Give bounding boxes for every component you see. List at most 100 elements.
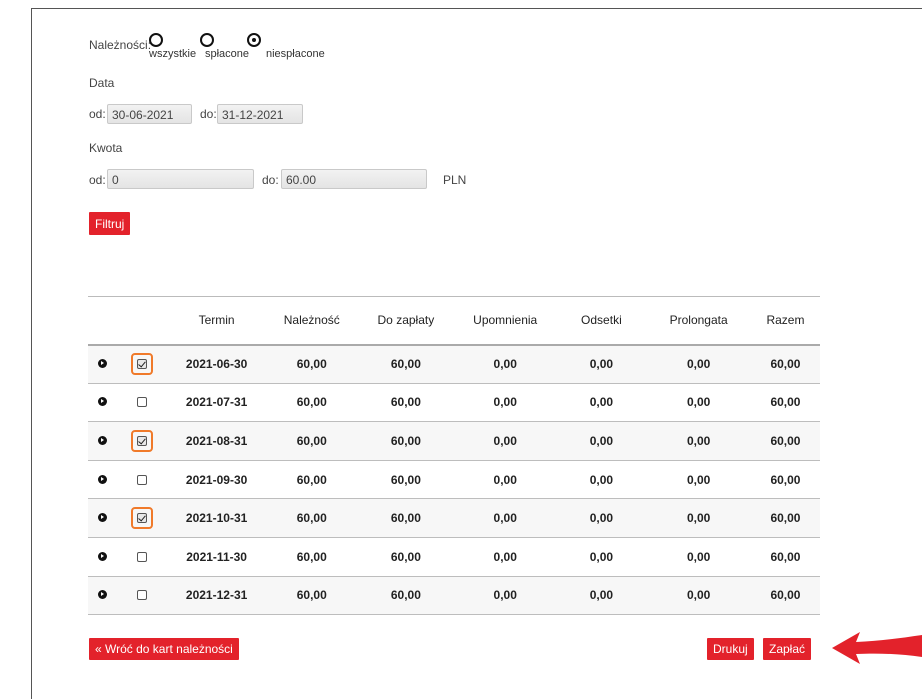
radio-all-label: wszystkie xyxy=(149,48,197,60)
row-select-highlight xyxy=(131,429,154,452)
row-select-highlight xyxy=(131,507,154,530)
col-select-header xyxy=(117,296,168,346)
prolongation-cell: 0,00 xyxy=(646,383,751,423)
expand-icon[interactable] xyxy=(98,551,108,561)
to-pay-cell: 60,00 xyxy=(357,383,454,423)
amount-to-input[interactable]: 60.00 xyxy=(281,169,427,189)
due-cell: 60,00 xyxy=(265,460,358,500)
date-section-label: Data xyxy=(89,76,115,90)
to-pay-cell: 60,00 xyxy=(357,421,454,461)
interest-cell: 0,00 xyxy=(556,537,647,577)
row-select-highlight xyxy=(131,353,154,376)
expand-icon[interactable] xyxy=(98,513,108,523)
term-cell: 2021-08-31 xyxy=(167,421,266,461)
radio-paid[interactable] xyxy=(200,33,214,47)
reminders-cell: 0,00 xyxy=(453,344,557,384)
due-cell: 60,00 xyxy=(265,576,358,616)
total-cell: 60,00 xyxy=(750,537,820,577)
row-select-wrap xyxy=(131,584,153,606)
amount-to-label: do: xyxy=(262,173,279,187)
row-checkbox[interactable] xyxy=(137,590,148,601)
col-total-header: Razem xyxy=(750,296,820,346)
expand-icon[interactable] xyxy=(98,397,108,407)
due-cell: 60,00 xyxy=(265,537,358,577)
reminders-cell: 0,00 xyxy=(453,383,557,423)
expand-icon[interactable] xyxy=(98,474,108,484)
col-term-header: Termin xyxy=(167,296,266,346)
term-cell: 2021-09-30 xyxy=(167,460,266,500)
date-from-label: od: xyxy=(89,107,106,121)
date-to-input[interactable]: 31-12-2021 xyxy=(217,104,303,124)
reminders-cell: 0,00 xyxy=(453,460,557,500)
radio-unpaid[interactable] xyxy=(247,33,261,47)
interest-cell: 0,00 xyxy=(556,576,647,616)
total-cell: 60,00 xyxy=(750,383,820,423)
table-row: 2021-12-31 60,00 60,00 0,00 0,00 0,00 60… xyxy=(88,576,820,616)
total-cell: 60,00 xyxy=(750,421,820,461)
date-to-label: do: xyxy=(200,107,217,121)
table-header-row: Termin Należność Do zapłaty Upomnienia O… xyxy=(88,296,820,346)
col-to-pay-header: Do zapłaty xyxy=(357,296,454,346)
date-from-input[interactable]: 30-06-2021 xyxy=(107,104,192,124)
filter-button[interactable]: Filtruj xyxy=(89,212,131,235)
col-reminders-header: Upomnienia xyxy=(453,296,557,346)
row-checkbox[interactable] xyxy=(137,551,148,562)
row-checkbox[interactable] xyxy=(137,513,148,524)
pay-button[interactable]: Zapłać xyxy=(763,638,812,660)
due-cell: 60,00 xyxy=(265,344,358,384)
red-arrow-icon xyxy=(832,632,922,664)
dues-filter-label: Należności: xyxy=(89,38,152,52)
row-checkbox[interactable] xyxy=(137,474,148,485)
term-cell: 2021-12-31 xyxy=(167,576,266,616)
expand-icon[interactable] xyxy=(98,435,108,445)
table-row: 2021-07-31 60,00 60,00 0,00 0,00 0,00 60… xyxy=(88,383,820,423)
table-row: 2021-06-30 60,00 60,00 0,00 0,00 0,00 60… xyxy=(88,344,820,384)
due-cell: 60,00 xyxy=(265,498,358,538)
to-pay-cell: 60,00 xyxy=(357,460,454,500)
radio-unpaid-label: niespłacone xyxy=(266,48,325,60)
term-cell: 2021-10-31 xyxy=(167,498,266,538)
row-checkbox[interactable] xyxy=(137,435,148,446)
to-pay-cell: 60,00 xyxy=(357,537,454,577)
prolongation-cell: 0,00 xyxy=(646,576,751,616)
reminders-cell: 0,00 xyxy=(453,576,557,616)
amount-section-label: Kwota xyxy=(89,141,123,155)
row-checkbox[interactable] xyxy=(137,397,148,408)
reminders-cell: 0,00 xyxy=(453,421,557,461)
to-pay-cell: 60,00 xyxy=(357,576,454,616)
table-row: 2021-08-31 60,00 60,00 0,00 0,00 0,00 60… xyxy=(88,421,820,461)
total-cell: 60,00 xyxy=(750,498,820,538)
reminders-cell: 0,00 xyxy=(453,537,557,577)
prolongation-cell: 0,00 xyxy=(646,498,751,538)
expand-icon[interactable] xyxy=(98,590,108,600)
interest-cell: 0,00 xyxy=(556,460,647,500)
radio-all[interactable] xyxy=(149,33,163,47)
table-row: 2021-11-30 60,00 60,00 0,00 0,00 0,00 60… xyxy=(88,537,820,577)
dues-table: Termin Należność Do zapłaty Upomnienia O… xyxy=(88,296,820,616)
reminders-cell: 0,00 xyxy=(453,498,557,538)
row-select-wrap xyxy=(131,469,153,491)
currency-label: PLN xyxy=(443,173,467,187)
row-select-wrap xyxy=(131,391,153,413)
term-cell: 2021-11-30 xyxy=(167,537,266,577)
print-button[interactable]: Drukuj xyxy=(707,638,754,660)
prolongation-cell: 0,00 xyxy=(646,460,751,500)
interest-cell: 0,00 xyxy=(556,421,647,461)
interest-cell: 0,00 xyxy=(556,498,647,538)
table-row: 2021-09-30 60,00 60,00 0,00 0,00 0,00 60… xyxy=(88,460,820,500)
total-cell: 60,00 xyxy=(750,344,820,384)
amount-from-input[interactable]: 0 xyxy=(107,169,254,189)
table-row: 2021-10-31 60,00 60,00 0,00 0,00 0,00 60… xyxy=(88,498,820,538)
radio-paid-label: spłacone xyxy=(205,48,250,60)
total-cell: 60,00 xyxy=(750,460,820,500)
row-select-wrap xyxy=(131,546,153,568)
amount-from-label: od: xyxy=(89,173,106,187)
row-checkbox[interactable] xyxy=(137,359,148,370)
expand-icon[interactable] xyxy=(98,359,108,369)
term-cell: 2021-07-31 xyxy=(167,383,266,423)
term-cell: 2021-06-30 xyxy=(167,344,266,384)
interest-cell: 0,00 xyxy=(556,383,647,423)
back-to-dues-button[interactable]: « Wróć do kart należności xyxy=(89,638,239,660)
total-cell: 60,00 xyxy=(750,576,820,616)
prolongation-cell: 0,00 xyxy=(646,421,751,461)
